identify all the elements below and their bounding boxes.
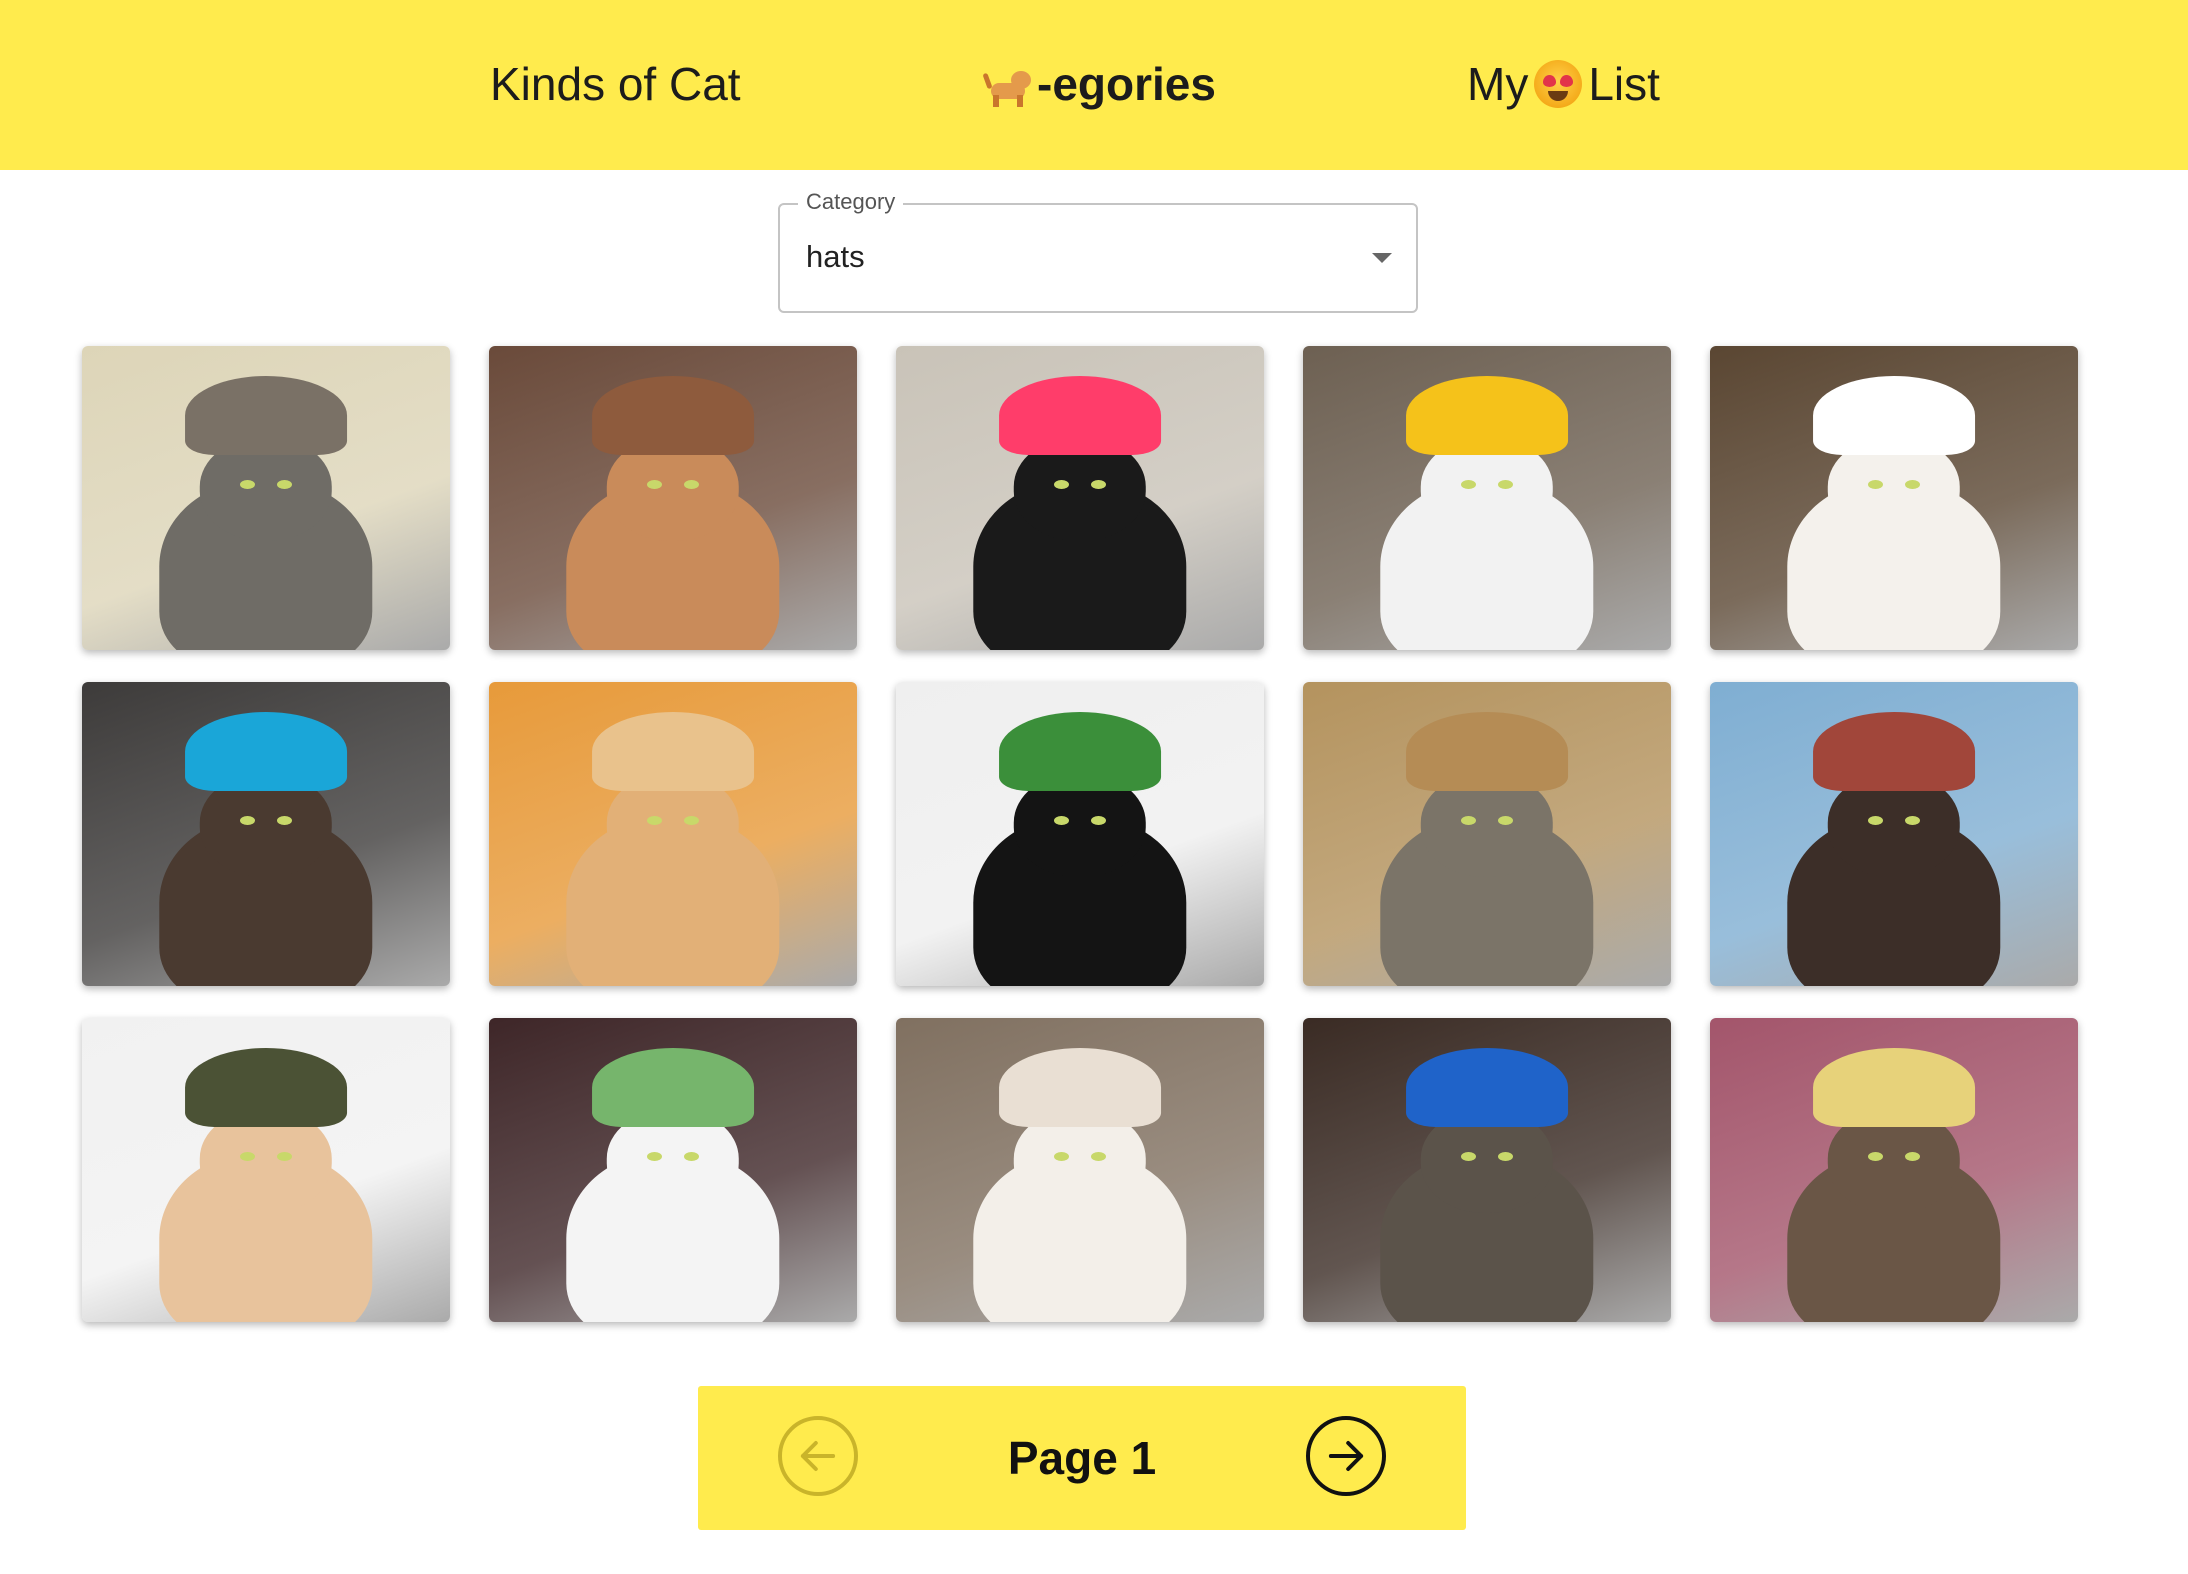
cat-eye	[1868, 1151, 1883, 1161]
cat-photo-tile[interactable]	[489, 1018, 857, 1322]
cat-eye	[1868, 479, 1883, 489]
cat-eye	[1498, 815, 1513, 825]
cat-eye	[277, 815, 292, 825]
hat	[185, 712, 347, 792]
cat-photo-tile[interactable]	[896, 682, 1264, 986]
cat-eye	[1498, 1151, 1513, 1161]
cat-eye	[684, 1151, 699, 1161]
nav-list-prefix: My	[1467, 58, 1529, 110]
dropdown-arrow-icon[interactable]	[1372, 253, 1392, 263]
cat-eye	[647, 815, 662, 825]
cat-photo-tile[interactable]	[1303, 682, 1671, 986]
cat-eye	[647, 479, 662, 489]
hat	[999, 1048, 1161, 1128]
cat-photo-tile[interactable]	[1710, 682, 2078, 986]
category-select-box[interactable]	[778, 203, 1418, 313]
hat	[592, 1048, 754, 1128]
cat-photo-tile[interactable]	[1710, 1018, 2078, 1322]
nav-kinds-of-cat[interactable]: Kinds of Cat	[490, 52, 741, 116]
cat-eye	[1091, 815, 1106, 825]
hat	[999, 712, 1161, 792]
cat-photo-tile[interactable]	[82, 346, 450, 650]
cat-photo-tile[interactable]	[1710, 346, 2078, 650]
cat-eye	[277, 1151, 292, 1161]
hat	[1813, 712, 1975, 792]
cat-eye	[277, 479, 292, 489]
cat-eye	[647, 1151, 662, 1161]
hat	[185, 1048, 347, 1128]
hat	[1406, 712, 1568, 792]
arrow-right-icon	[1328, 1441, 1364, 1471]
nav-categories[interactable]: -egories	[982, 52, 1216, 116]
hat	[999, 376, 1161, 456]
cat-eye	[240, 1151, 255, 1161]
cat-eye	[1905, 815, 1920, 825]
cat-eye	[1091, 479, 1106, 489]
cat-eye	[240, 479, 255, 489]
cat-photo-tile[interactable]	[896, 346, 1264, 650]
hat	[1406, 376, 1568, 456]
cat-eye	[1498, 479, 1513, 489]
cat-photo-tile[interactable]	[82, 682, 450, 986]
heart-eyes-cat-icon	[1534, 60, 1583, 108]
pagination: Page 1	[698, 1386, 1466, 1530]
next-page-button[interactable]	[1306, 1416, 1386, 1496]
cat-eye	[1905, 1151, 1920, 1161]
cat-eye	[1091, 1151, 1106, 1161]
nav-kinds-label: Kinds of Cat	[490, 58, 741, 110]
hat	[1813, 376, 1975, 456]
cat-eye	[1461, 479, 1476, 489]
cat-eye	[1868, 815, 1883, 825]
hat	[592, 712, 754, 792]
cat-photo-tile[interactable]	[1303, 1018, 1671, 1322]
cat-eye	[1905, 479, 1920, 489]
cat-photo-tile[interactable]	[489, 346, 857, 650]
category-select-value: hats	[806, 239, 865, 274]
cat-eye	[240, 815, 255, 825]
cat-eye	[1461, 815, 1476, 825]
cat-eye	[1054, 815, 1069, 825]
cat-eye	[684, 815, 699, 825]
nav-my-list[interactable]: My List	[1467, 52, 1660, 116]
nav-categories-label: -egories	[1037, 58, 1216, 110]
cat-eye	[1461, 1151, 1476, 1161]
hat	[1813, 1048, 1975, 1128]
cat-photo-tile[interactable]	[896, 1018, 1264, 1322]
cat-photo-tile[interactable]	[1303, 346, 1671, 650]
cat-eye	[1054, 479, 1069, 489]
cat-image-grid	[82, 346, 2078, 1322]
top-nav: Kinds of Cat -egories My List	[0, 0, 2188, 170]
hat	[185, 376, 347, 456]
cat-photo-tile[interactable]	[489, 682, 857, 986]
category-select-label: Category	[798, 189, 904, 215]
hat	[1406, 1048, 1568, 1128]
cat-photo-tile[interactable]	[82, 1018, 450, 1322]
hat	[592, 376, 754, 456]
cat-eye	[1054, 1151, 1069, 1161]
category-select[interactable]: Category hats	[778, 189, 1418, 313]
cat-eye	[684, 479, 699, 489]
cat-body-icon	[982, 61, 1035, 107]
nav-list-suffix: List	[1588, 58, 1660, 110]
